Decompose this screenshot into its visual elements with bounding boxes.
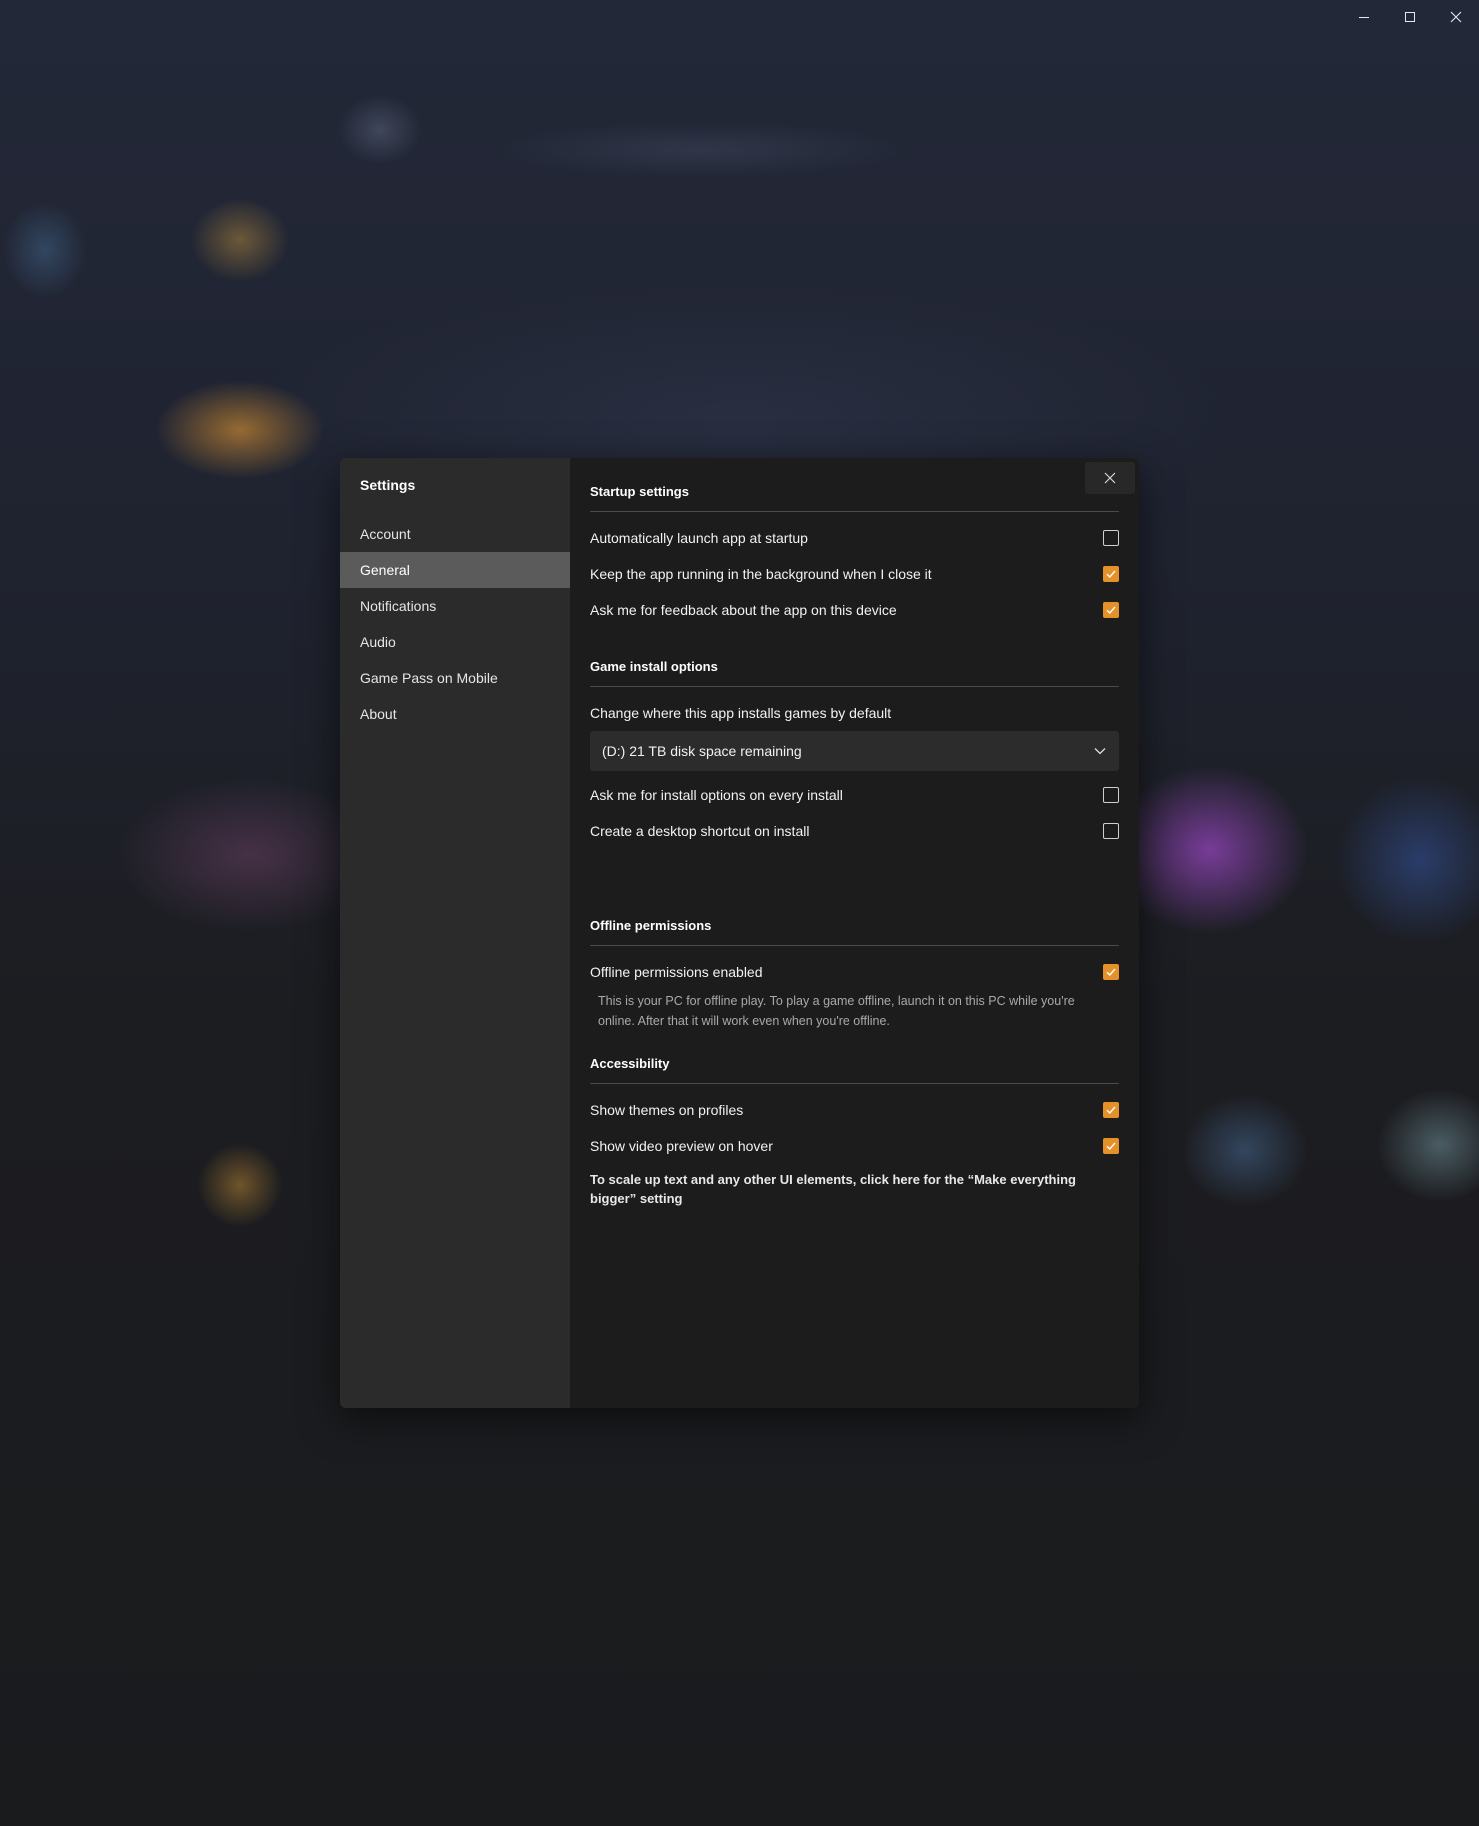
settings-nav: Account General Notifications Audio Game…: [340, 516, 570, 732]
offline-permissions-heading: Offline permissions: [590, 906, 1119, 946]
settings-sidebar: Settings Account General Notifications A…: [340, 458, 570, 1408]
game-install-options-heading: Game install options: [590, 647, 1119, 687]
ask-install-options-row: Ask me for install options on every inst…: [590, 777, 1119, 813]
checkmark-icon: [1106, 570, 1116, 579]
minimize-icon: [1359, 17, 1369, 18]
ask-install-options-label: Ask me for install options on every inst…: [590, 787, 843, 803]
offline-enabled-label: Offline permissions enabled: [590, 964, 763, 980]
feedback-row: Ask me for feedback about the app on thi…: [590, 592, 1119, 628]
keep-running-row: Keep the app running in the background w…: [590, 556, 1119, 592]
checkmark-icon: [1106, 606, 1116, 615]
nav-item-about[interactable]: About: [340, 696, 570, 732]
accessibility-heading: Accessibility: [590, 1044, 1119, 1084]
keep-running-label: Keep the app running in the background w…: [590, 566, 932, 582]
video-preview-checkbox[interactable]: [1103, 1138, 1119, 1154]
dialog-close-button[interactable]: [1085, 462, 1135, 494]
offline-enabled-row: Offline permissions enabled: [590, 954, 1119, 990]
checkmark-icon: [1106, 968, 1116, 977]
desktop-shortcut-row: Create a desktop shortcut on install: [590, 813, 1119, 849]
nav-item-audio[interactable]: Audio: [340, 624, 570, 660]
feedback-checkbox[interactable]: [1103, 602, 1119, 618]
auto-launch-row: Automatically launch app at startup: [590, 520, 1119, 556]
make-everything-bigger-link[interactable]: To scale up text and any other UI elemen…: [590, 1170, 1119, 1208]
install-location-dropdown[interactable]: (D:) 21 TB disk space remaining: [590, 731, 1119, 771]
chevron-down-icon: [1094, 748, 1106, 755]
show-themes-row: Show themes on profiles: [590, 1092, 1119, 1128]
video-preview-row: Show video preview on hover: [590, 1128, 1119, 1164]
show-themes-checkbox[interactable]: [1103, 1102, 1119, 1118]
minimize-button[interactable]: [1341, 0, 1387, 34]
settings-title: Settings: [360, 477, 416, 493]
install-location-label: Change where this app installs games by …: [590, 705, 892, 721]
nav-item-account[interactable]: Account: [340, 516, 570, 552]
desktop-shortcut-checkbox[interactable]: [1103, 823, 1119, 839]
settings-content: Startup settings Automatically launch ap…: [570, 458, 1139, 1408]
video-preview-label: Show video preview on hover: [590, 1138, 773, 1154]
checkmark-icon: [1106, 1106, 1116, 1115]
nav-item-general[interactable]: General: [340, 552, 570, 588]
offline-description: This is your PC for offline play. To pla…: [598, 994, 1075, 1028]
window-close-button[interactable]: [1433, 0, 1479, 34]
keep-running-checkbox[interactable]: [1103, 566, 1119, 582]
nav-item-game-pass-on-mobile[interactable]: Game Pass on Mobile: [340, 660, 570, 696]
install-location-value: (D:) 21 TB disk space remaining: [602, 743, 802, 759]
auto-launch-checkbox[interactable]: [1103, 530, 1119, 546]
checkmark-icon: [1106, 1142, 1116, 1151]
desktop-shortcut-label: Create a desktop shortcut on install: [590, 823, 810, 839]
window-controls: [1341, 0, 1479, 34]
nav-item-notifications[interactable]: Notifications: [340, 588, 570, 624]
feedback-label: Ask me for feedback about the app on thi…: [590, 602, 897, 618]
close-icon: [1104, 472, 1116, 484]
offline-enabled-checkbox[interactable]: [1103, 964, 1119, 980]
startup-settings-heading: Startup settings: [590, 472, 1119, 512]
settings-dialog: Settings Account General Notifications A…: [340, 458, 1139, 1408]
show-themes-label: Show themes on profiles: [590, 1102, 744, 1118]
close-icon: [1450, 11, 1462, 23]
auto-launch-label: Automatically launch app at startup: [590, 530, 808, 546]
maximize-icon: [1405, 12, 1415, 22]
maximize-button[interactable]: [1387, 0, 1433, 34]
ask-install-options-checkbox[interactable]: [1103, 787, 1119, 803]
